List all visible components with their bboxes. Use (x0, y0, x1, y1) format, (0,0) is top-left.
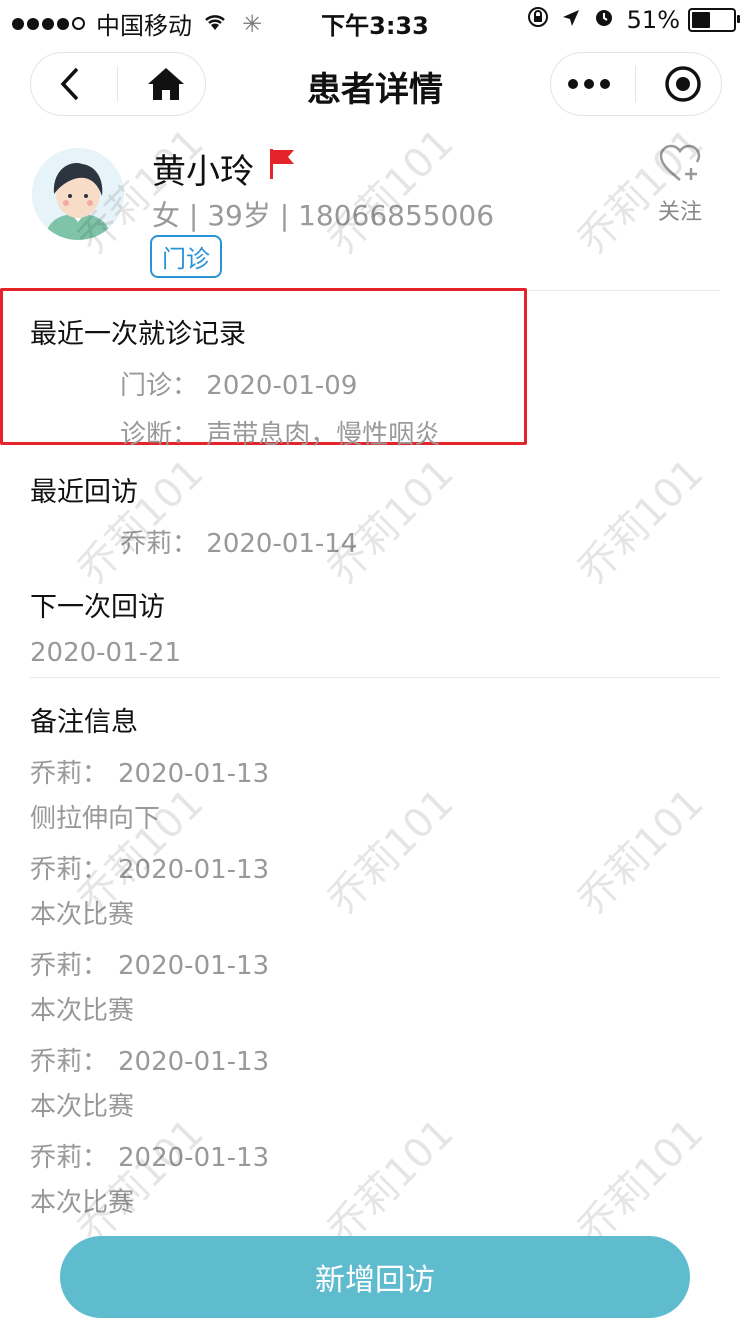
patient-info: 女 | 39岁 | 18066855006 (152, 199, 495, 232)
patient-profile: 黄小玲 女 | 39岁 | 18066855006 门诊 关注 (0, 140, 750, 290)
patient-detail-page: 中国移动 ✳ 下午3:33 51% 患者详情 黄小玲 女 | 39岁 | 180… (0, 0, 750, 1334)
diagnosis-label: 诊断： (120, 420, 199, 450)
diagnosis-row: 诊断： 声带息肉，慢性咽炎 (30, 414, 720, 451)
note-header: 乔莉： 2020-01-13 (30, 753, 720, 790)
notes-list: 乔莉： 2020-01-13 侧拉伸向下 乔莉： 2020-01-13 本次比赛 乔莉： 20… (30, 753, 720, 1219)
visit-date: 2020-01-09 (206, 371, 358, 401)
last-visit-section: 最近一次就诊记录 门诊： 2020-01-09 诊断： 声带息肉，慢性咽炎 (30, 312, 720, 451)
patient-name-row: 黄小玲 (152, 144, 296, 193)
patient-name: 黄小玲 (152, 152, 254, 192)
note-header: 乔莉： 2020-01-13 (30, 1137, 720, 1174)
nav-right-capsule (550, 52, 722, 116)
note-text: 本次比赛 (30, 1188, 135, 1218)
note-item: 乔莉： 2020-01-13 侧拉伸向下 (30, 753, 720, 835)
status-bar: 中国移动 ✳ 下午3:33 51% (0, 0, 750, 40)
note-author: 乔莉： (30, 855, 109, 885)
recent-followup-row: 乔莉： 2020-01-14 (30, 523, 720, 560)
recent-followup-who: 乔莉： (120, 529, 199, 559)
flag-icon (268, 147, 296, 190)
alarm-icon (593, 6, 615, 34)
note-item: 乔莉： 2020-01-13 本次比赛 (30, 945, 720, 1027)
capsule-divider (635, 66, 637, 102)
notes-title: 备注信息 (30, 707, 138, 738)
note-header: 乔莉： 2020-01-13 (30, 945, 720, 982)
visit-type-badge: 门诊 (150, 235, 222, 278)
close-miniprogram-button[interactable] (653, 59, 713, 109)
recent-followup-date: 2020-01-14 (206, 529, 358, 559)
note-text: 本次比赛 (30, 1092, 135, 1122)
note-item: 乔莉： 2020-01-13 本次比赛 (30, 849, 720, 931)
battery-percent: 51% (626, 6, 680, 34)
note-author: 乔莉： (30, 1047, 109, 1077)
note-author: 乔莉： (30, 951, 109, 981)
location-icon (561, 6, 581, 34)
note-text: 本次比赛 (30, 900, 135, 930)
divider (30, 677, 720, 678)
note-header: 乔莉： 2020-01-13 (30, 1041, 720, 1078)
note-date: 2020-01-13 (118, 1143, 270, 1173)
note-date: 2020-01-13 (118, 951, 270, 981)
nav-bar: 患者详情 (0, 50, 750, 120)
visit-label: 门诊： (120, 371, 199, 401)
avatar (32, 148, 124, 240)
recent-followup-title: 最近回访 (30, 477, 138, 508)
note-item: 乔莉： 2020-01-13 本次比赛 (30, 1137, 720, 1219)
note-text: 侧拉伸向下 (30, 804, 161, 834)
note-author: 乔莉： (30, 759, 109, 789)
notes-section: 备注信息 乔莉： 2020-01-13 侧拉伸向下 乔莉： 2020-01-13 本次比赛… (30, 700, 720, 1219)
last-visit-row: 门诊： 2020-01-09 (30, 365, 720, 402)
rotation-lock-icon (527, 6, 549, 34)
follow-label: 关注 (657, 200, 702, 225)
battery-icon (688, 8, 740, 32)
heart-plus-icon (659, 144, 701, 181)
diagnosis-text: 声带息肉，慢性咽炎 (206, 420, 441, 450)
more-button[interactable] (559, 59, 619, 109)
next-followup-section: 下一次回访 2020-01-21 (30, 585, 720, 668)
next-followup-date: 2020-01-21 (30, 638, 182, 668)
note-date: 2020-01-13 (118, 759, 270, 789)
note-author: 乔莉： (30, 1143, 109, 1173)
more-dots-icon (568, 79, 611, 89)
note-date: 2020-01-13 (118, 1047, 270, 1077)
follow-button[interactable]: 关注 (650, 144, 710, 226)
status-right: 51% (515, 6, 740, 34)
note-text: 本次比赛 (30, 996, 135, 1026)
add-followup-button[interactable]: 新增回访 (60, 1236, 690, 1318)
note-header: 乔莉： 2020-01-13 (30, 849, 720, 886)
note-item: 乔莉： 2020-01-13 本次比赛 (30, 1041, 720, 1123)
next-followup-title: 下一次回访 (30, 592, 165, 623)
target-icon (665, 66, 701, 102)
last-visit-title: 最近一次就诊记录 (30, 319, 246, 350)
note-date: 2020-01-13 (118, 855, 270, 885)
avatar-image (32, 148, 124, 240)
recent-followup-section: 最近回访 乔莉： 2020-01-14 (30, 470, 720, 560)
